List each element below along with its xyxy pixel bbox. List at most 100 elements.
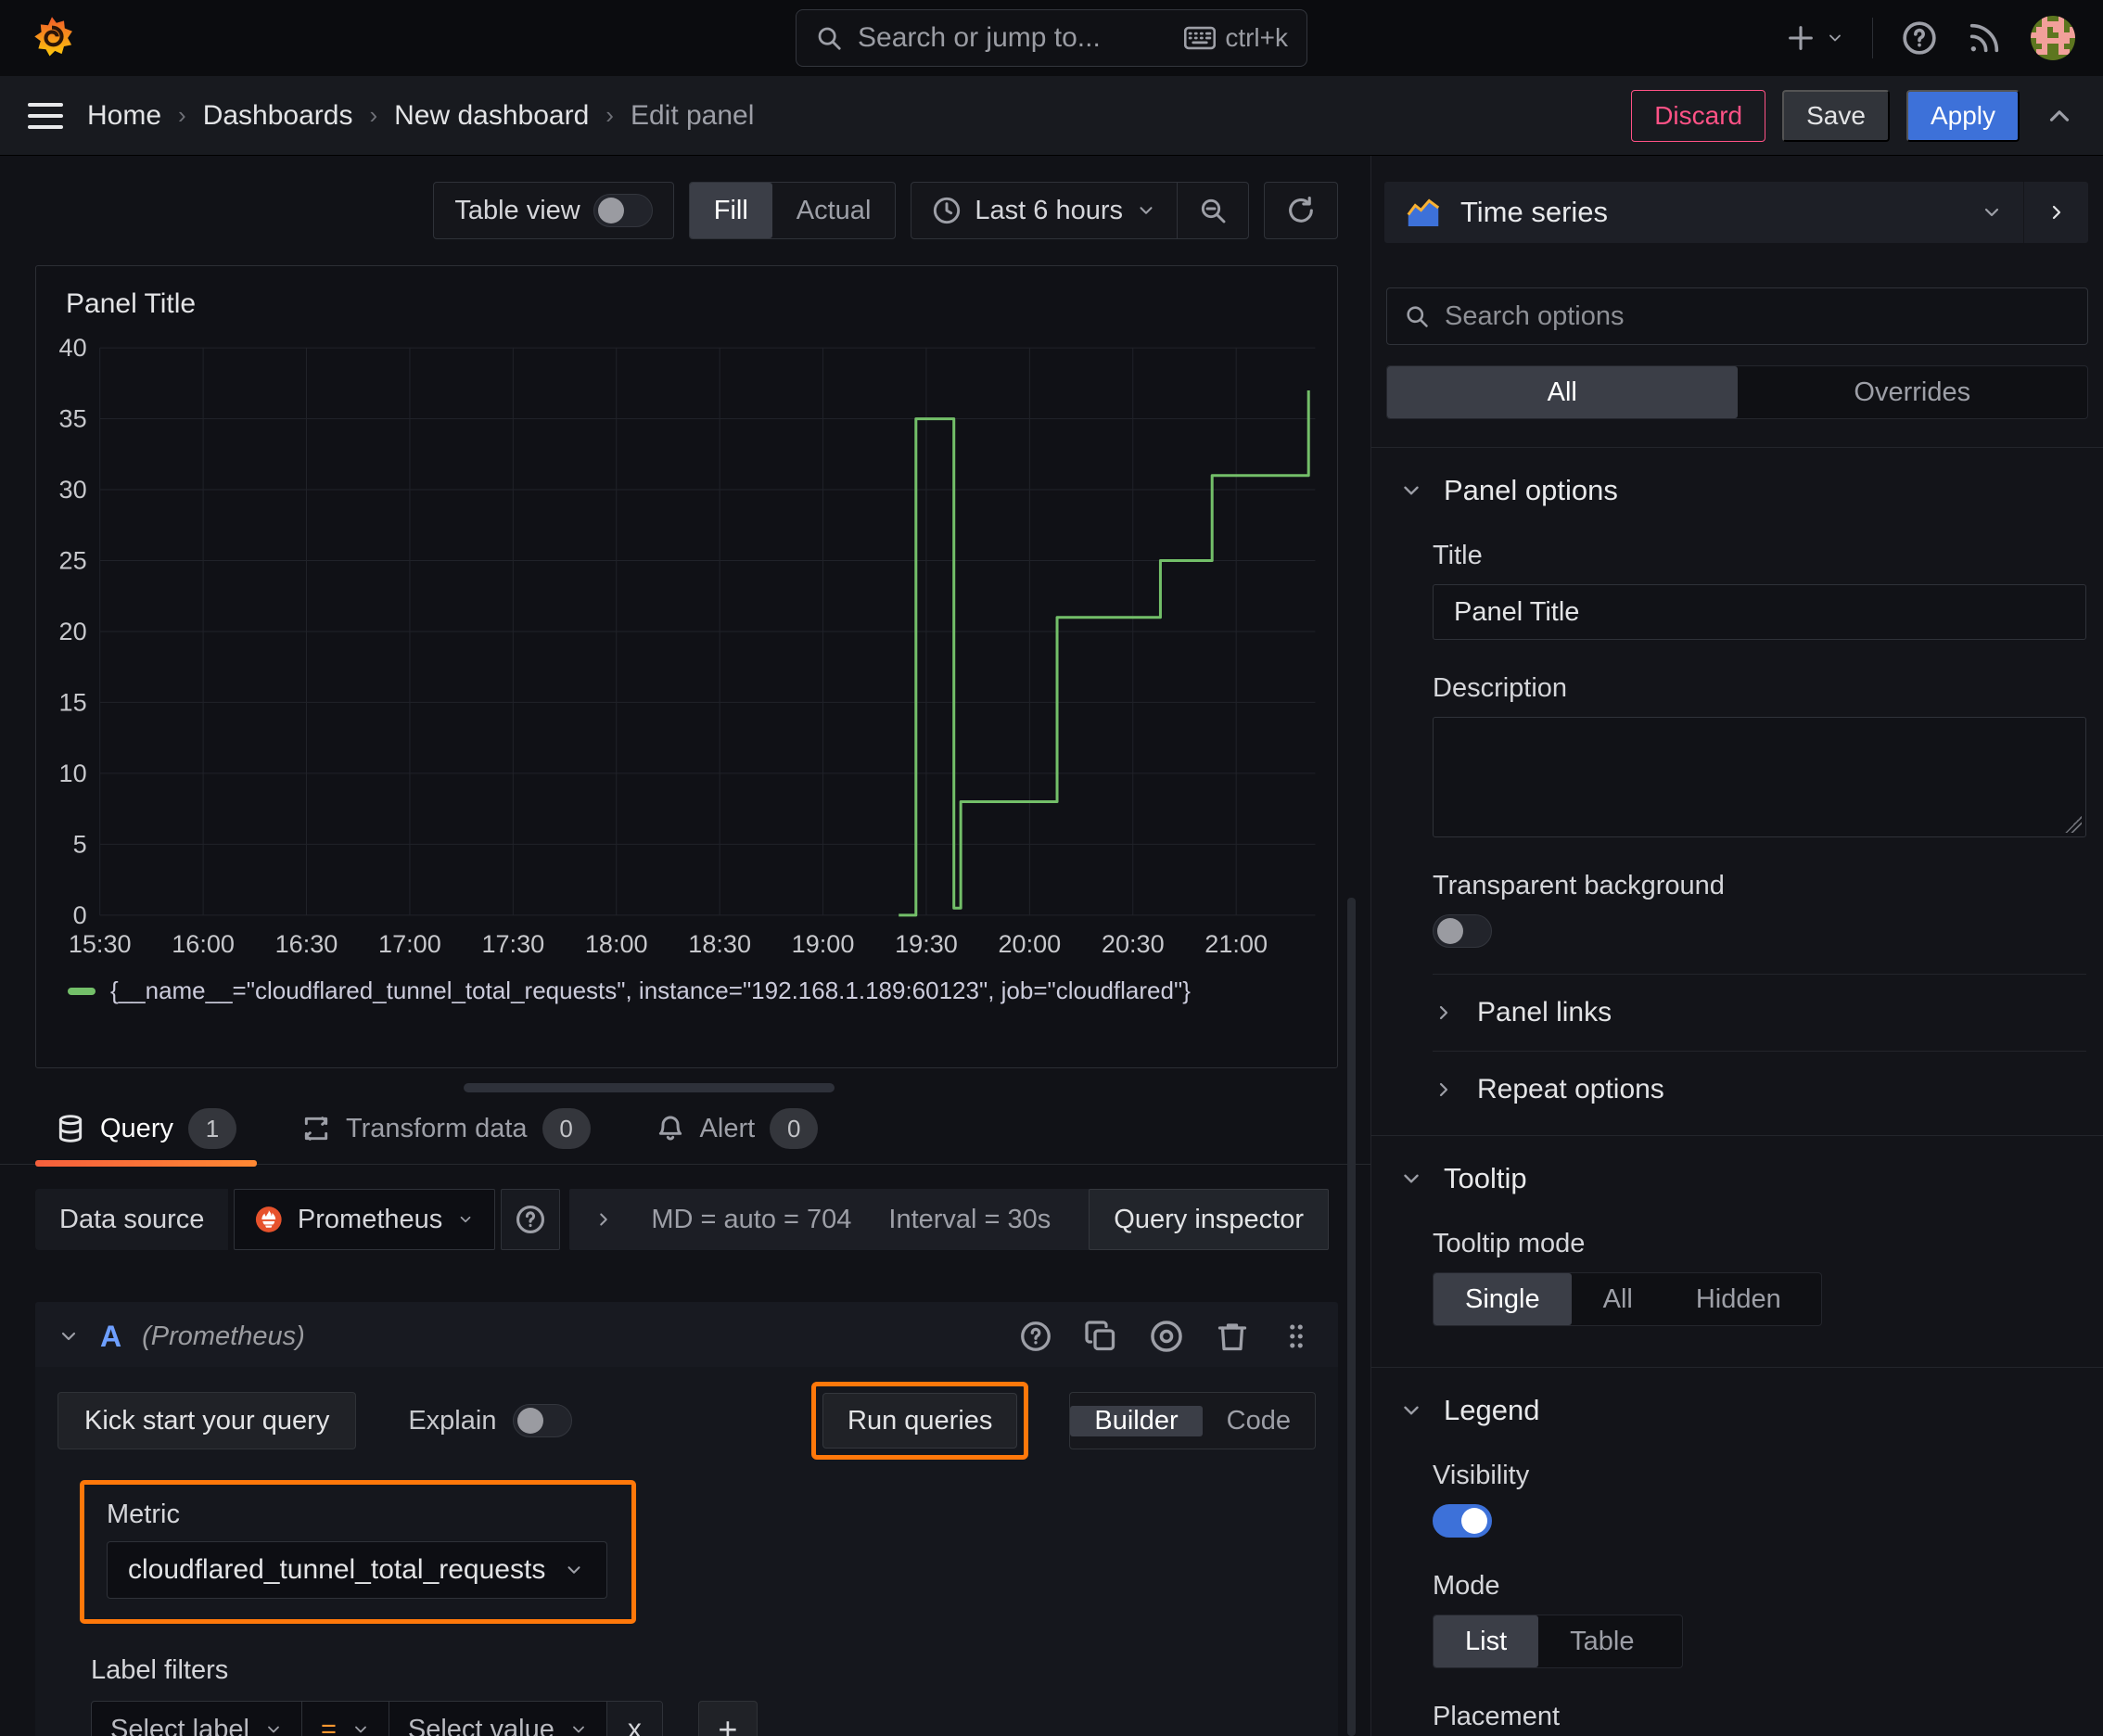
chevron-down-icon [1140,207,1153,214]
mode-label: Mode [1433,1571,1500,1601]
tooltip-single[interactable]: Single [1434,1273,1572,1325]
datasource-label: Data source [35,1189,229,1250]
panel-options-header[interactable]: Panel options [1371,448,2103,507]
select-label-dropdown[interactable]: Select label [92,1702,302,1736]
chevron-right-icon [1439,1005,1448,1020]
builder-option[interactable]: Builder [1070,1405,1203,1436]
breadcrumb-bar: Home › Dashboards › New dashboard › Edit… [0,76,2103,156]
series-label: {__name__="cloudflared_tunnel_total_requ… [110,976,1191,1004]
operator-dropdown[interactable]: = [302,1702,389,1736]
tab-query[interactable]: Query 1 [35,1108,257,1167]
actual-option[interactable]: Actual [772,183,896,238]
discard-button[interactable]: Discard [1631,89,1766,142]
resize-handle-icon[interactable] [2065,816,2082,833]
description-textarea[interactable] [1433,717,2086,837]
legend-header[interactable]: Legend [1371,1368,2103,1427]
global-search[interactable]: Search or jump to... ctrl+k [796,9,1307,67]
tab-overrides[interactable]: Overrides [1738,366,2088,418]
remove-filter-button[interactable]: x [606,1702,662,1736]
svg-text:5: 5 [73,829,87,858]
svg-text:19:30: 19:30 [895,929,958,958]
title-input[interactable] [1433,584,2086,640]
chart-legend[interactable]: {__name__="cloudflared_tunnel_total_requ… [55,971,1319,1005]
svg-text:20: 20 [59,617,87,645]
breadcrumb-dashboards[interactable]: Dashboards [203,100,353,132]
news-button[interactable] [1966,19,2003,57]
tab-alert-label: Alert [699,1113,756,1143]
tooltip-mode-label: Tooltip mode [1433,1229,1586,1258]
interval: Interval = 30s [888,1204,1052,1234]
breadcrumb-edit-panel: Edit panel [630,99,755,131]
trash-icon[interactable] [1216,1320,1249,1353]
add-filter-button[interactable]: + [697,1701,758,1736]
visualization-picker[interactable]: Time series [1384,182,2023,243]
svg-text:17:00: 17:00 [378,929,441,958]
svg-text:16:00: 16:00 [172,929,235,958]
eye-icon[interactable] [1149,1319,1184,1354]
breadcrumb-home[interactable]: Home [87,100,161,132]
chevron-down-icon [460,1216,471,1223]
help-icon[interactable] [1019,1320,1052,1353]
collapse-header-button[interactable] [2044,100,2075,132]
mode-list[interactable]: List [1434,1615,1539,1667]
vertical-scrollbar[interactable] [1347,898,1356,1736]
tab-all-options[interactable]: All [1387,366,1738,418]
svg-text:15: 15 [59,687,87,716]
refresh-button[interactable] [1265,183,1337,238]
breadcrumb-new-dashboard[interactable]: New dashboard [394,100,589,132]
tooltip-header[interactable]: Tooltip [1371,1136,2103,1195]
tab-transform[interactable]: Transform data 0 [301,1108,591,1164]
transparent-bg-toggle[interactable] [1433,914,1492,948]
breadcrumb-separator: › [369,101,378,129]
visibility-label: Visibility [1433,1461,1530,1490]
tooltip-hidden[interactable]: Hidden [1664,1273,1813,1325]
resize-drag-handle[interactable] [464,1083,835,1092]
query-header-row[interactable]: A (Prometheus) [35,1302,1338,1367]
metric-select[interactable]: cloudflared_tunnel_total_requests [107,1541,607,1599]
code-option[interactable]: Code [1203,1406,1315,1436]
legend-visibility-toggle[interactable] [1433,1504,1492,1538]
options-tabs: All Overrides [1386,365,2088,419]
apply-button[interactable]: Apply [1905,89,2020,142]
tooltip-all[interactable]: All [1572,1273,1664,1325]
save-button[interactable]: Save [1782,89,1890,142]
mode-table[interactable]: Table [1538,1615,1665,1667]
tab-alert[interactable]: Alert 0 [656,1108,819,1164]
options-search[interactable]: Search options [1386,287,2088,345]
panel-links-section[interactable]: Panel links [1433,975,2086,1051]
repeat-options-section[interactable]: Repeat options [1433,1052,2086,1128]
query-inspector-button[interactable]: Query inspector [1089,1189,1329,1250]
datasource-picker[interactable]: Prometheus [234,1189,496,1250]
svg-text:18:00: 18:00 [585,929,648,958]
time-range-picker[interactable]: Last 6 hours [911,183,1177,238]
query-toolbar: Kick start your query Explain Run querie… [35,1367,1338,1460]
breadcrumb-separator: › [178,101,186,129]
bell-icon [658,1116,682,1141]
transparent-bg-label: Transparent background [1433,871,1725,900]
table-view-toggle[interactable] [593,194,653,227]
menu-toggle-icon[interactable] [28,102,63,129]
kick-start-button[interactable]: Kick start your query [57,1392,357,1449]
query-options-bar[interactable]: MD = auto = 704 Interval = 30s [569,1189,1164,1250]
add-new-button[interactable] [1785,22,1844,54]
zoom-out-button[interactable] [1178,183,1248,238]
table-view-label: Table view [454,195,580,225]
explain-toggle[interactable] [513,1404,573,1437]
prometheus-icon [256,1206,282,1232]
grafana-logo[interactable] [28,14,76,62]
chevron-down-icon [268,1726,279,1733]
select-value-dropdown[interactable]: Select value [389,1702,607,1736]
help-button[interactable] [1901,19,1938,57]
duplicate-icon[interactable] [1084,1320,1117,1353]
chevron-down-icon [61,1332,76,1341]
fill-option[interactable]: Fill [689,183,772,238]
time-series-chart[interactable]: 0 5 10 15 20 25 30 35 40 15:30 16:00 16:30 17:00 17:3… [55,320,1319,971]
toggle-viz-pane-button[interactable] [2023,182,2088,243]
svg-text:35: 35 [59,404,87,433]
run-queries-button[interactable]: Run queries [822,1393,1018,1449]
timeseries-viz-icon [1407,198,1440,226]
avatar[interactable] [2031,16,2075,60]
datasource-help-button[interactable] [501,1189,561,1250]
drag-grip-icon[interactable] [1281,1321,1312,1352]
database-icon [58,1115,83,1142]
